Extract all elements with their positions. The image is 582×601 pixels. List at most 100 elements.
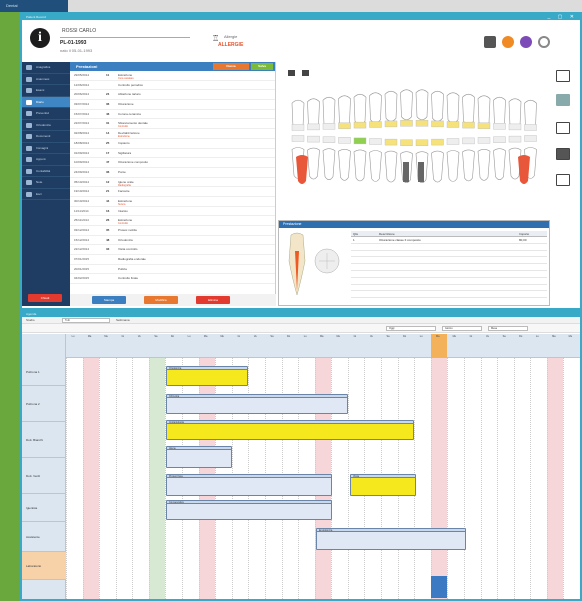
print-icon[interactable] xyxy=(484,36,496,48)
tooth[interactable] xyxy=(338,95,351,127)
tooth-surface[interactable] xyxy=(446,138,460,145)
day-header[interactable]: Sa xyxy=(383,335,393,338)
table-row[interactable] xyxy=(351,251,547,258)
day-header[interactable]: Ve xyxy=(250,335,260,338)
tooth-surface[interactable] xyxy=(462,137,475,145)
tooth-surface[interactable] xyxy=(524,124,537,131)
tooth-surface[interactable] xyxy=(446,121,460,128)
sidebar-item[interactable]: Esci xyxy=(22,189,70,200)
day-header[interactable]: Lu xyxy=(416,335,426,338)
sidebar-item[interactable]: Documenti xyxy=(22,131,70,143)
today-button[interactable]: Oggi xyxy=(386,326,436,331)
sidebar-item[interactable]: Esami xyxy=(22,85,70,97)
list-item[interactable]: 30/10/2014 44 Estrazione Sutura xyxy=(70,197,275,207)
list-item[interactable]: 03/07/2014 36 Otturazione xyxy=(70,100,275,110)
day-header[interactable]: Do xyxy=(167,335,177,338)
circle-orange-icon[interactable] xyxy=(502,36,514,48)
sidebar-item[interactable]: Note xyxy=(22,177,70,189)
list-item[interactable]: 19/10/2014 21 Faccette xyxy=(70,187,275,197)
day-header[interactable]: Ma xyxy=(201,335,211,338)
tooth[interactable] xyxy=(384,150,398,183)
sidebar-item[interactable]: Contabilità xyxy=(22,166,70,177)
tooth[interactable] xyxy=(400,89,413,121)
list-item[interactable]: 15/12/2014 48 Ortodonzia xyxy=(70,236,275,246)
resource-row[interactable]: Poltrona 2 xyxy=(22,386,66,422)
implant[interactable] xyxy=(403,162,409,182)
tooth-surface[interactable] xyxy=(384,138,398,146)
day-header[interactable]: Me xyxy=(217,335,227,338)
treated-tooth[interactable] xyxy=(518,155,530,184)
tooth-surface[interactable] xyxy=(477,137,491,144)
tooth-surface[interactable] xyxy=(353,137,367,145)
schedule-grid[interactable]: Ortodonzia Chirurgia Implantologia Igiene Pr… xyxy=(66,358,580,599)
tooth[interactable] xyxy=(369,150,382,182)
table-row[interactable] xyxy=(351,291,547,299)
table-row[interactable] xyxy=(351,271,547,278)
tooth-surface[interactable] xyxy=(508,123,522,131)
month-button[interactable]: Mese xyxy=(488,326,528,331)
sidebar-item[interactable]: Anamnesi xyxy=(22,74,70,85)
list-item[interactable]: 03/12/2014 35 Protesi mobile xyxy=(70,226,275,236)
tooth[interactable] xyxy=(493,96,506,128)
tooth-surface[interactable] xyxy=(307,123,320,131)
tooth-surface[interactable] xyxy=(338,137,351,144)
day-header[interactable]: Gi xyxy=(234,335,244,338)
appointment-bar[interactable]: Visita xyxy=(350,474,416,496)
appointment-bar[interactable]: Implantologia xyxy=(166,420,414,440)
tooth-surface[interactable] xyxy=(369,121,382,128)
day-header[interactable]: Ve xyxy=(134,335,144,338)
day-header[interactable]: Gi xyxy=(118,335,128,338)
list-item[interactable]: 02/08/2014 14 Devitalizzazione Estrazione xyxy=(70,129,275,139)
tooth[interactable] xyxy=(431,90,444,122)
tooth[interactable] xyxy=(322,96,336,128)
day-header[interactable]: Ma xyxy=(549,335,559,338)
image-icon[interactable] xyxy=(556,70,570,82)
view-label[interactable]: Settimana xyxy=(116,317,130,324)
appointment-bar[interactable]: Endodonzia xyxy=(316,528,466,550)
filter-select[interactable]: Tutti xyxy=(62,318,110,323)
day-header[interactable]: Lu xyxy=(300,335,310,338)
table-row[interactable] xyxy=(351,278,547,285)
tooth[interactable] xyxy=(477,149,491,181)
tooth[interactable] xyxy=(322,148,336,180)
lab-block[interactable] xyxy=(430,576,448,598)
tooth[interactable] xyxy=(369,92,382,124)
list-item[interactable]: 20/01/2015 Pulizia xyxy=(70,265,275,275)
printer-icon[interactable] xyxy=(556,148,570,160)
day-header[interactable]: Sa xyxy=(499,335,509,338)
sidebar-item[interactable]: Diario xyxy=(22,96,70,108)
tooth[interactable] xyxy=(431,150,444,183)
list-item[interactable]: 15/07/2014 46 Corona ceramica xyxy=(70,110,275,120)
grid-icon[interactable] xyxy=(288,70,295,76)
list-item[interactable]: 04/02/2015 Controllo finale xyxy=(70,274,275,285)
edit-button[interactable]: Modifica xyxy=(144,296,178,304)
tooth-surface[interactable] xyxy=(384,120,398,128)
day-header[interactable]: Me xyxy=(333,335,343,338)
tooth-surface[interactable] xyxy=(415,120,429,127)
table-row[interactable] xyxy=(351,257,547,265)
tooth-surface[interactable] xyxy=(508,135,522,143)
day-header[interactable]: Ma xyxy=(317,335,327,338)
day-header[interactable]: Lu xyxy=(68,335,78,338)
tooth[interactable] xyxy=(462,93,475,125)
tooth-surface[interactable] xyxy=(322,123,336,130)
resource-row[interactable]: Poltrona 1 xyxy=(22,358,66,386)
appointment-bar[interactable]: Chirurgia xyxy=(166,394,348,414)
day-header[interactable]: Me xyxy=(565,335,575,338)
sidebar-item[interactable]: Preventivi xyxy=(22,108,70,120)
day-header[interactable]: Do xyxy=(400,335,410,338)
tooth-surface[interactable] xyxy=(322,136,336,143)
document-icon[interactable] xyxy=(556,174,570,186)
day-header[interactable]: Me xyxy=(449,335,459,338)
list-item[interactable]: 24/09/2014 36 Ponte xyxy=(70,168,275,178)
tooth[interactable] xyxy=(477,95,491,127)
day-header[interactable]: Lu xyxy=(532,335,542,338)
list-item[interactable]: 22/12/2014 33 Visita controllo xyxy=(70,245,275,256)
tooth-surface[interactable] xyxy=(477,122,491,129)
calendar-icon[interactable] xyxy=(556,122,570,134)
tooth-surface[interactable] xyxy=(493,136,506,143)
sidebar-item[interactable]: Appunt. xyxy=(22,154,70,166)
day-header[interactable]: Sa xyxy=(267,335,277,338)
tooth-surface[interactable] xyxy=(291,124,305,131)
save-button[interactable]: Salva xyxy=(251,63,273,70)
